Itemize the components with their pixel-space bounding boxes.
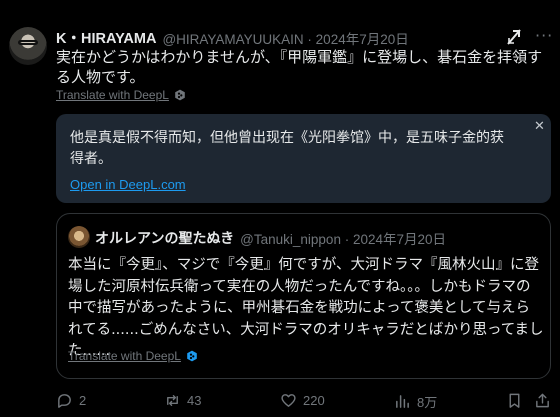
- quote-header: オルレアンの聖たぬき @Tanuki_nippon · 2024年7月20日: [95, 228, 446, 248]
- like-count: 220: [303, 393, 325, 408]
- quote-translate-button[interactable]: Translate with DeepL: [68, 349, 198, 363]
- tweet-text: 実在かどうかはわかりませんが、『甲陽軍鑑』に登場し、碁石金を拝領する人物です。: [56, 48, 543, 86]
- quote-author-meta[interactable]: @Tanuki_nippon · 2024年7月20日: [240, 228, 446, 248]
- bookmark-button[interactable]: [506, 392, 523, 409]
- quoted-tweet[interactable]: オルレアンの聖たぬき @Tanuki_nippon · 2024年7月20日 本…: [56, 213, 551, 379]
- repost-icon: [167, 395, 178, 406]
- reply-button[interactable]: 2: [56, 392, 86, 409]
- views-button[interactable]: 8万: [394, 392, 437, 411]
- translation-box: 他是真是假不得而知，但他曾出现在《光阳拳馆》中，是五味子金的获得者。 ✕ Ope…: [56, 114, 551, 203]
- tweet: K・HIRAYAMA @HIRAYAMAYUUKAIN · 2024年7月20日…: [0, 0, 560, 417]
- like-icon: [281, 394, 296, 407]
- reply-icon: [58, 394, 71, 408]
- repost-count: 43: [187, 393, 202, 408]
- tweet-header: K・HIRAYAMA @HIRAYAMAYUUKAIN · 2024年7月20日: [56, 27, 409, 48]
- more-icon[interactable]: ···: [535, 26, 553, 45]
- repost-button[interactable]: 43: [164, 392, 201, 409]
- action-bar: 2 43 220 8万: [56, 392, 551, 412]
- avatar[interactable]: [9, 27, 47, 65]
- share-button[interactable]: [534, 392, 551, 409]
- views-count: 8万: [417, 395, 438, 410]
- bookmark-icon: [509, 393, 520, 408]
- grok-icon[interactable]: [505, 27, 525, 47]
- views-icon: [396, 395, 409, 408]
- quote-avatar[interactable]: [68, 226, 90, 248]
- reply-count: 2: [79, 393, 87, 408]
- translation-text: 他是真是假不得而知，但他曾出现在《光阳拳馆》中，是五味子金的获得者。: [70, 130, 504, 167]
- translate-label[interactable]: Translate with DeepL: [56, 88, 169, 102]
- author-name[interactable]: K・HIRAYAMA: [56, 27, 156, 48]
- translate-button[interactable]: Translate with DeepL: [56, 88, 186, 102]
- author-meta[interactable]: @HIRAYAMAYUUKAIN · 2024年7月20日: [162, 28, 408, 48]
- open-in-deepl-link[interactable]: Open in DeepL.com: [70, 177, 186, 192]
- quote-translate-label[interactable]: Translate with DeepL: [68, 349, 181, 363]
- deepl-icon: [187, 350, 197, 362]
- quote-author-name[interactable]: オルレアンの聖たぬき: [95, 228, 234, 248]
- deepl-icon: [175, 89, 185, 101]
- like-button[interactable]: 220: [280, 392, 325, 409]
- quote-text: 本当に『今更』、マジで『今更』何ですが、大河ドラマ『風林火山』に登場した河原村伝…: [68, 257, 544, 359]
- close-icon[interactable]: ✕: [534, 119, 545, 134]
- share-icon: [536, 393, 549, 408]
